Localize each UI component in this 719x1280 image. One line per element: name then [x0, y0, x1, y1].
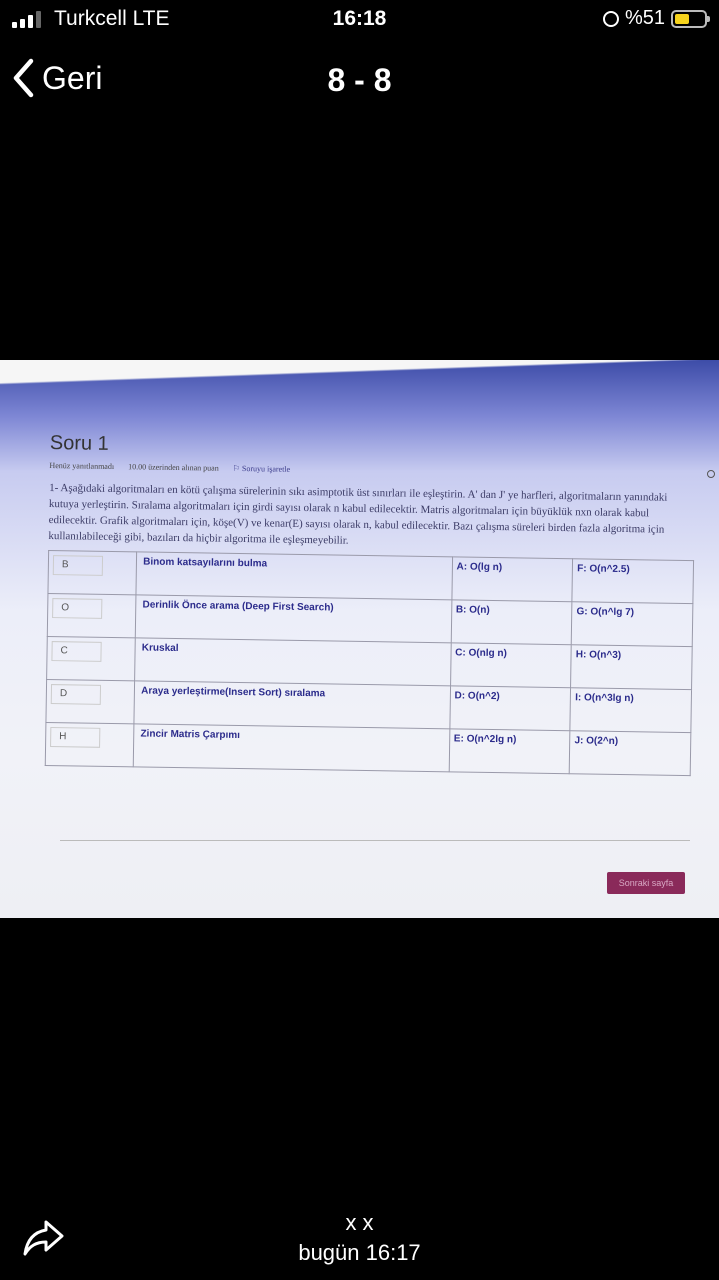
photo[interactable]: Soru 1 Henüz yanıtlanmadı 10.00 üzerinde… — [0, 360, 719, 918]
battery-icon — [671, 9, 710, 28]
question-points: 10.00 üzerinden alınan puan — [128, 462, 219, 473]
algorithm-cell: Zincir Matris Çarpımı — [133, 723, 450, 772]
nav-bar: Geri 8 - 8 — [0, 50, 719, 110]
option-cell: A: O(lg n) — [451, 556, 573, 602]
question-title: Soru 1 — [49, 432, 109, 455]
answer-cell: H — [45, 722, 135, 767]
battery-status: %51 — [602, 7, 710, 30]
status-bar: Turkcell LTE 16:18 %51 — [0, 0, 719, 40]
option-cell: J: O(2^n) — [569, 730, 691, 776]
option-cell: G: O(n^lg 7) — [571, 601, 693, 647]
question-status: Henüz yanıtlanmadı — [49, 460, 115, 472]
answer-cell: D — [45, 679, 135, 724]
timestamp: bugün 16:17 — [298, 1240, 421, 1265]
flag-question: ⚐ Soruyu işaretle — [232, 463, 291, 474]
page-title: 8 - 8 — [327, 62, 392, 98]
question-text: 1- Aşağıdaki algoritmaları en kötü çalış… — [48, 481, 668, 547]
option-cell: F: O(n^2.5) — [572, 558, 694, 604]
algorithm-cell: Binom katsayılarını bulma — [136, 551, 453, 600]
divider — [60, 840, 690, 841]
option-cell: I: O(n^3lg n) — [570, 687, 692, 733]
answer-box[interactable]: H — [50, 727, 101, 748]
answer-cell: O — [47, 593, 137, 638]
algorithm-cell: Derinlik Önce arama (Deep First Search) — [135, 594, 452, 643]
answer-box[interactable]: D — [50, 684, 102, 705]
option-cell: B: O(n) — [450, 599, 573, 645]
option-cell: H: O(n^3) — [570, 644, 693, 690]
next-page-button: Sonraki sayfa — [607, 872, 685, 894]
quiz-page: Soru 1 Henüz yanıtlanmadı 10.00 üzerinde… — [45, 432, 710, 776]
option-cell: E: O(n^2lg n) — [448, 728, 571, 774]
algorithm-cell: Kruskal — [134, 637, 451, 686]
answer-box[interactable]: O — [52, 598, 103, 619]
table-row: H Zincir Matris Çarpımı E: O(n^2lg n) J: O(… — [45, 722, 691, 776]
matching-table: B Binom katsayılarını bulma A: O(lg n) F: O… — [45, 550, 694, 776]
sender-name: x x — [345, 1210, 374, 1235]
answer-box[interactable]: B — [52, 555, 104, 576]
question-meta: Henüz yanıtlanmadı 10.00 üzerinden alına… — [49, 461, 709, 480]
algorithm-cell: Araya yerleştirme(Insert Sort) sıralama — [134, 680, 451, 729]
option-cell: D: O(n^2) — [449, 685, 571, 731]
battery-percent: %51 — [624, 7, 665, 29]
answer-cell: B — [47, 550, 137, 595]
answer-box[interactable]: C — [51, 641, 102, 662]
answer-cell: C — [46, 636, 136, 681]
rotation-lock-icon — [602, 10, 619, 27]
option-cell: C: O(nlg n) — [450, 642, 572, 688]
